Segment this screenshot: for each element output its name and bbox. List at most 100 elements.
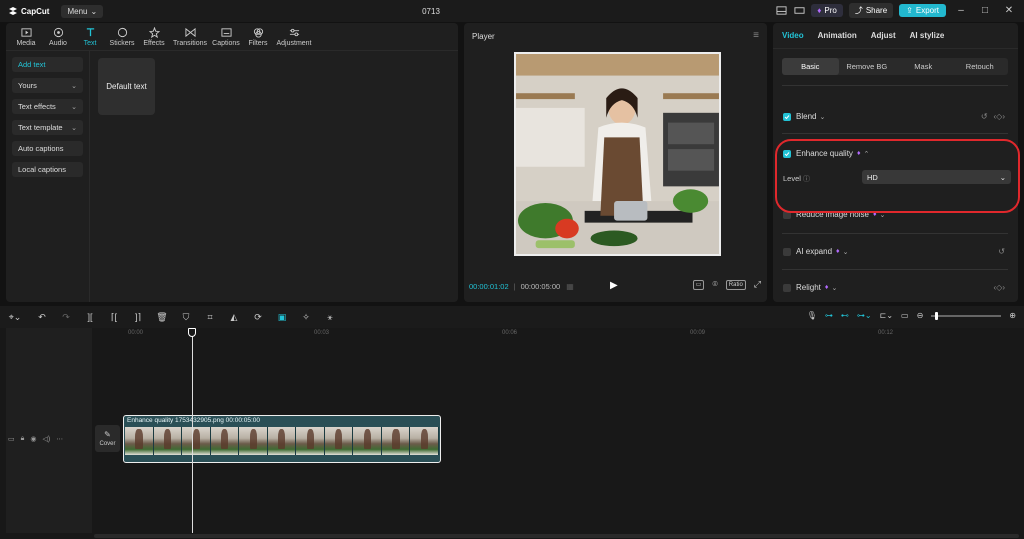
tool-label: Captions — [212, 39, 240, 47]
zoom-in-icon[interactable]: ⊕ — [1009, 311, 1016, 320]
caption-icon[interactable]: ▭ — [901, 311, 909, 320]
relight-label: Relight — [796, 283, 821, 292]
ai-expand-label: AI expand — [796, 247, 833, 256]
grid-icon[interactable]: ▦ — [566, 282, 574, 291]
zoom-slider-handle[interactable] — [935, 311, 939, 320]
sidebar-item-text-effects[interactable]: Text effects ⌄ — [12, 99, 83, 114]
zoom-out-icon[interactable]: ⊖ — [917, 311, 924, 320]
video-clip[interactable]: Enhance quality 1753432905.png 00:00:05:… — [123, 415, 441, 463]
zoom-slider[interactable] — [931, 311, 1002, 320]
tab-ai-stylize[interactable]: AI stylize — [910, 31, 945, 40]
fullscreen-preview-icon[interactable]: ▭ — [692, 279, 705, 290]
tool-media[interactable]: Media — [10, 27, 42, 47]
level-select[interactable]: HD ⌄ — [862, 170, 1011, 184]
expand-icon[interactable]: ⤢ — [754, 279, 761, 290]
sidebar-item-add-text[interactable]: Add text — [12, 57, 83, 72]
keyframe-icon[interactable]: ‹◇› — [994, 112, 1005, 121]
lock-icon[interactable]: 🔒︎ — [21, 435, 25, 443]
delete-icon[interactable]: 🗑 — [150, 312, 174, 323]
keyframe-icon[interactable]: ‹◇› — [994, 283, 1005, 292]
layout-icon[interactable] — [775, 5, 787, 17]
gem-icon: ♦ — [824, 284, 829, 291]
sidebar-item-auto-captions[interactable]: Auto captions — [12, 141, 83, 156]
ai-tool-icon[interactable]: ⚹ — [318, 312, 342, 323]
tab-video[interactable]: Video — [782, 31, 804, 40]
subtab-retouch[interactable]: Retouch — [952, 58, 1009, 75]
tab-animation[interactable]: Animation — [818, 31, 857, 40]
select-tool-icon[interactable]: ⌖⌄ — [0, 312, 30, 323]
maximize-icon[interactable]: □ — [976, 5, 994, 16]
focus-icon[interactable]: ⌾ — [712, 279, 717, 290]
sidebar-item-yours[interactable]: Yours ⌄ — [12, 78, 83, 93]
subtab-basic[interactable]: Basic — [782, 58, 839, 75]
share-button[interactable]: ⤴ Share — [848, 3, 894, 18]
tool-stickers[interactable]: Stickers — [106, 27, 138, 47]
playhead-line[interactable] — [192, 328, 193, 533]
eye-icon[interactable]: ◉ — [30, 435, 36, 443]
play-button[interactable]: ▶ — [610, 280, 618, 291]
chevron-up-icon[interactable]: ⌃ — [864, 150, 870, 158]
subtab-mask[interactable]: Mask — [895, 58, 952, 75]
keyboard-icon[interactable] — [793, 5, 805, 17]
link-audio-icon[interactable]: ⊷ — [841, 311, 849, 320]
close-icon[interactable]: ✕ — [1000, 5, 1018, 16]
minimize-icon[interactable]: – — [952, 5, 970, 16]
mirror-icon[interactable]: ◭ — [222, 312, 246, 323]
more-icon[interactable]: ⋯ — [56, 435, 63, 443]
link-preview-icon[interactable]: ⊶⌄ — [857, 311, 872, 320]
tool-effects[interactable]: Effects — [138, 26, 170, 47]
tool-audio[interactable]: Audio — [42, 27, 74, 47]
reset-icon[interactable]: ↺ — [981, 112, 988, 121]
chevron-down-icon[interactable]: ⌄ — [831, 284, 837, 292]
video-preview[interactable] — [514, 52, 721, 256]
subtab-remove-bg[interactable]: Remove BG — [839, 58, 896, 75]
chevron-down-icon[interactable]: ⌄ — [880, 211, 886, 219]
redo-icon[interactable]: ↷ — [54, 312, 78, 323]
tool-label: Effects — [143, 39, 165, 47]
trim-right-icon[interactable]: ]⌉ — [126, 312, 150, 323]
undo-icon[interactable]: ↶ — [30, 312, 54, 323]
chevron-down-icon: ⌄ — [71, 82, 77, 90]
cover-button[interactable]: ✎ Cover — [95, 425, 120, 452]
reset-icon[interactable]: ↺ — [998, 247, 1005, 256]
pro-button[interactable]: ♦ Pro — [811, 4, 843, 17]
tool-filters[interactable]: Filters — [242, 27, 274, 47]
trim-left-icon[interactable]: ⌈[ — [102, 312, 126, 323]
ai-expand-checkbox[interactable] — [783, 247, 791, 256]
blend-label: Blend — [796, 112, 817, 121]
divider — [782, 233, 1008, 234]
timeline-ruler[interactable]: 00:00 00:03 00:06 00:09 00:12 — [92, 328, 1024, 340]
marker-icon[interactable]: ⛉ — [174, 312, 198, 323]
blend-checkbox[interactable] — [783, 112, 791, 121]
tab-adjust[interactable]: Adjust — [871, 31, 896, 40]
split-icon[interactable]: ][ — [78, 312, 102, 322]
sidebar-item-text-template[interactable]: Text template ⌄ — [12, 120, 83, 135]
speaker-icon[interactable]: ◁) — [42, 435, 50, 443]
timeline-scrollbar[interactable] — [94, 534, 1019, 538]
tool-text[interactable]: Text — [74, 27, 106, 47]
tool-captions[interactable]: Captions — [210, 27, 242, 47]
reduce-noise-checkbox[interactable] — [783, 210, 791, 219]
tool-adjustment[interactable]: Adjustment — [274, 27, 314, 47]
playhead-handle[interactable] — [188, 328, 196, 337]
relight-checkbox[interactable] — [783, 283, 791, 292]
tool-transitions[interactable]: Transitions — [170, 27, 210, 47]
rotate-icon[interactable]: ⟳ — [246, 312, 270, 323]
default-text-card[interactable]: Default text — [98, 58, 155, 115]
hd-icon[interactable]: ▣ — [270, 312, 294, 323]
enhance-quality-checkbox[interactable] — [783, 149, 791, 158]
magic-wand-icon[interactable]: ✧ — [294, 312, 318, 323]
crop-icon[interactable]: ⌗ — [198, 312, 222, 323]
chevron-down-icon: ⌄ — [71, 124, 77, 132]
video-subtabs: Basic Remove BG Mask Retouch — [782, 58, 1008, 75]
chevron-down-icon[interactable]: ⌄ — [819, 113, 825, 121]
chevron-down-icon[interactable]: ⌄ — [843, 248, 849, 256]
split-preview-icon[interactable]: ⊏⌄ — [880, 311, 893, 320]
ratio-button[interactable]: Ratio — [725, 279, 746, 290]
link-main-track-icon[interactable]: ⊶ — [825, 311, 833, 320]
microphone-icon[interactable]: 🎙 — [807, 311, 817, 320]
menu-icon[interactable]: ≡ — [753, 30, 759, 41]
sidebar-item-local-captions[interactable]: Local captions — [12, 162, 83, 177]
menu-button[interactable]: Menu ⌄ — [61, 4, 104, 18]
export-button[interactable]: ⇪ Export — [899, 4, 946, 17]
